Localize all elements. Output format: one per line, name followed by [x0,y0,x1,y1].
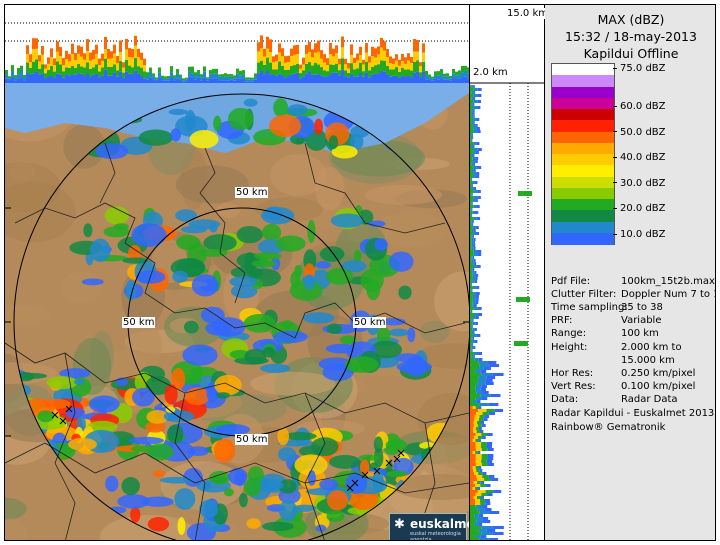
info-key: Vert Res: [551,380,596,392]
info-key: Data: [551,393,579,405]
legend-band [552,109,614,121]
legend-label: 75.0 dBZ [613,63,666,75]
radar-display: 50 km 50 km 50 km 50 km ✱ euskalmet eusk… [4,4,716,541]
product-title: MAX (dBZ) [597,12,665,27]
info-value: 2.000 km to [621,341,682,353]
info-key: Range: [551,328,587,340]
legend-band [552,232,614,245]
legend-band [552,131,614,144]
info-key: Clutter Filter: [551,289,617,301]
legend-label: 30.0 dBZ [613,178,666,190]
legend-band [552,86,614,99]
info-value: Variable [621,315,662,327]
info-value: 0.250 km/pixel [621,367,696,379]
legend-label: 60.0 dBZ [613,101,666,113]
radar-status: Kapildui Offline [583,46,679,61]
info-key: PRF: [551,315,573,327]
side-cross-section-graphic [470,82,546,540]
radar-map-graphic [5,83,469,540]
legend-band [552,165,614,177]
legend-band [552,199,614,211]
logo-tagline: euskal meteorologia agentzia [410,531,461,541]
info-value: 100 km [621,328,659,340]
ring-label-south: 50 km [235,434,269,445]
legend-band [552,176,614,189]
legend-band [552,210,614,222]
legend-band [552,142,614,155]
top-cross-section [5,5,469,84]
info-value: 15.000 km [621,354,675,366]
top-cross-section-graphic [5,22,469,83]
info-value: 0.100 km/pixel [621,380,696,392]
info-value: Radar Data [621,393,678,405]
legend-band [552,221,614,234]
info-key: Pdf File: [551,276,591,287]
info-key: Time sampling: [551,302,628,314]
product-datetime: 15:32 / 18-may-2013 [565,29,697,44]
height-label-top: 15.0 km [506,8,549,19]
info-panel: MAX (dBZ) 15:32 / 18-may-2013 Kapildui O… [545,5,716,540]
legend-band [552,75,614,87]
euskalmet-logo-icon: ✱ [394,517,405,532]
color-legend [551,63,615,245]
ring-label-north: 50 km [235,187,269,198]
euskalmet-logo: ✱ euskalmet euskal meteorologia agentzia [389,513,469,541]
info-key: Height: [551,341,588,353]
info-value: 35 to 38 [621,302,663,314]
logo-wordmark: euskalmet [410,517,469,531]
height-label-bottom: 2.0 km [472,67,509,78]
info-value: 100km_15t2b.max [621,276,715,287]
legend-band [552,97,614,110]
legend-band [552,187,614,200]
info-key: Hor Res: [551,367,594,379]
legend-band [552,120,614,132]
legend-band [552,154,614,166]
credit-line-2: Rainbow® Gematronik [551,422,666,433]
ring-label-east: 50 km [353,317,387,328]
ring-label-west: 50 km [122,317,156,328]
side-cross-section: 15.0 km 2.0 km [469,5,549,540]
legend-label: 20.0 dBZ [613,203,666,215]
legend-label: 50.0 dBZ [613,127,666,139]
legend-band [552,64,614,76]
info-value: Doppler Num 7 to 11 [621,289,716,301]
credit-line-1: Radar Kapildui - Euskalmet 2013 [551,408,715,419]
legend-label: 40.0 dBZ [613,152,666,164]
radar-map: 50 km 50 km 50 km 50 km ✱ euskalmet eusk… [5,83,469,541]
legend-label: 10.0 dBZ [613,229,666,241]
